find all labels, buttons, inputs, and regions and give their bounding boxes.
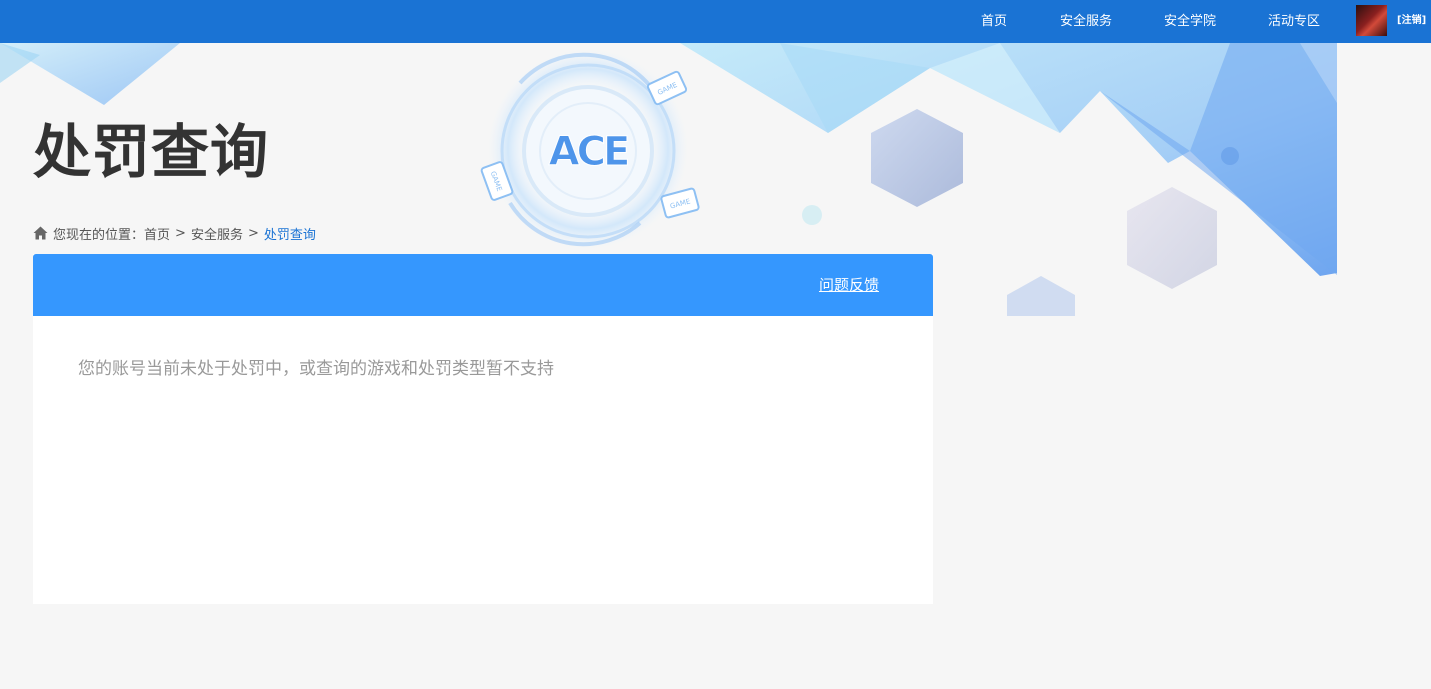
- nav-item-security-service[interactable]: 安全服务: [1060, 0, 1112, 43]
- nav-item-security-academy[interactable]: 安全学院: [1164, 0, 1216, 43]
- home-icon: [33, 226, 48, 240]
- panel-header: 问题反馈: [33, 254, 933, 316]
- feedback-link[interactable]: 问题反馈: [819, 274, 879, 295]
- breadcrumb-current: 处罚查询: [263, 227, 316, 243]
- ace-logo-text: ACE: [549, 129, 628, 175]
- breadcrumb-separator: >: [247, 225, 259, 241]
- avatar[interactable]: [1356, 5, 1387, 36]
- breadcrumb-home-link[interactable]: 首页: [144, 224, 170, 243]
- breadcrumb-section-link[interactable]: 安全服务: [191, 224, 243, 243]
- logout-link[interactable]: [注销]: [1397, 0, 1426, 43]
- nav-item-home[interactable]: 首页: [981, 0, 1007, 43]
- result-panel: 问题反馈 您的账号当前未处于处罚中，或查询的游戏和处罚类型暂不支持: [33, 254, 933, 604]
- result-message: 您的账号当前未处于处罚中，或查询的游戏和处罚类型暂不支持: [78, 359, 554, 379]
- page-title: 处罚查询: [33, 118, 270, 186]
- top-nav-bar: 首页 安全服务 安全学院 活动专区 [注销]: [0, 0, 1431, 43]
- breadcrumb-separator: >: [175, 225, 186, 241]
- nav-item-events[interactable]: 活动专区: [1268, 0, 1320, 43]
- breadcrumb: 您现在的位置： 首页 > 安全服务 > 处罚查询: [33, 224, 316, 243]
- breadcrumb-prefix: 您现在的位置：: [53, 227, 145, 243]
